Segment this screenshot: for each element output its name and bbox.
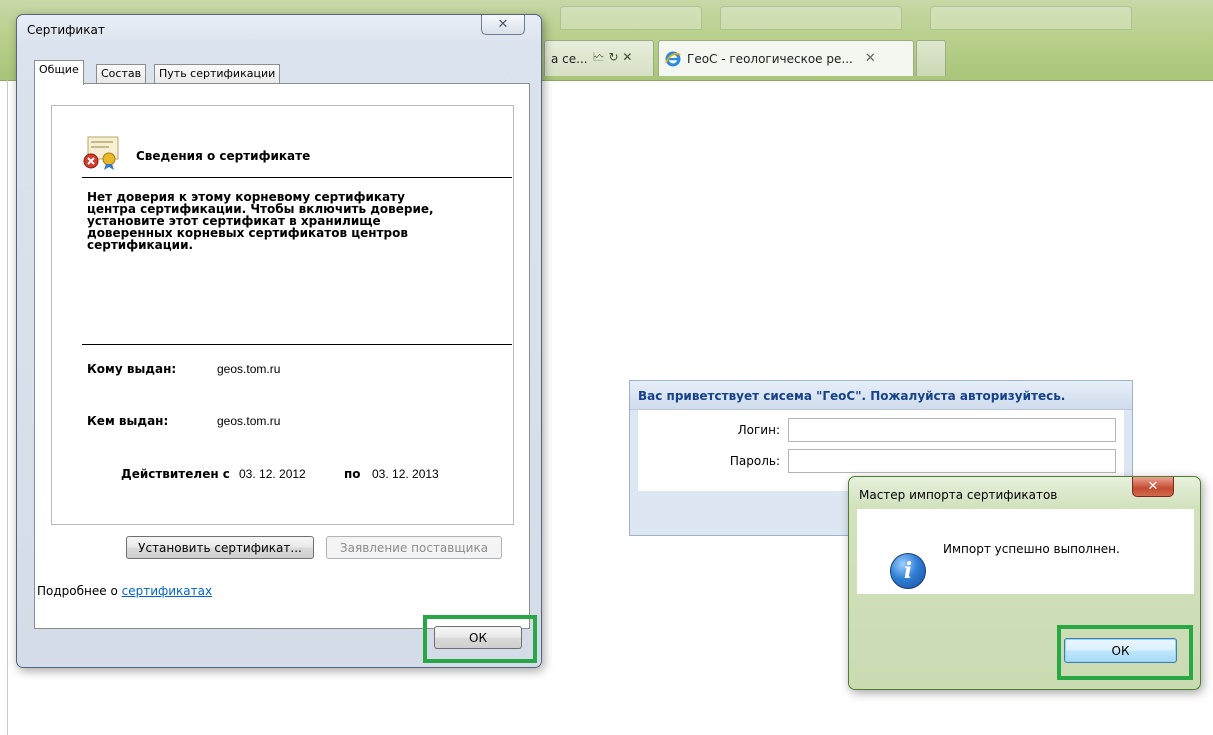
login-input[interactable] [788,418,1116,442]
close-icon[interactable]: ✕ [481,15,525,35]
valid-from-label: Действителен с [121,467,230,481]
certificate-info-box: Сведения о сертификате Нет доверия к это… [51,105,514,525]
issued-to-value: geos.tom.ru [217,362,281,376]
browser-tab-active[interactable]: ГеоС - геологическое ре... ✕ [658,40,914,76]
issued-by-value: geos.tom.ru [217,414,281,428]
divider [82,344,512,345]
info-icon: i [890,553,926,589]
password-input[interactable] [788,449,1116,473]
install-certificate-button[interactable]: Установить сертификат... [126,536,314,559]
internet-explorer-icon [665,51,681,66]
tab-label: а се... [551,51,588,66]
login-label: Логин: [737,423,780,437]
tab-general[interactable]: Общие [34,60,84,85]
trust-warning-text: Нет доверия к этому корневому сертификат… [87,190,434,252]
certificates-link[interactable]: сертификатах [122,584,213,598]
background-tab[interactable] [930,6,1132,30]
certificate-error-icon [83,136,119,170]
import-success-message: Импорт успешно выполнен. [943,542,1120,556]
highlight-box [1057,625,1193,680]
login-header: Вас приветствует сисема "ГеоС". Пожалуйс… [630,381,1132,410]
dialog-title: Мастер импорта сертификатов [859,488,1058,502]
background-tab[interactable] [720,6,902,30]
certificate-info-title: Сведения о сертификате [136,149,311,163]
highlight-box [423,615,537,663]
tab-controls-icons[interactable]: 🗠 ↻ ✕ [593,48,633,69]
certificate-dialog: Сертификат ✕ Общие Состав Путь сертифика… [16,14,542,668]
issued-to-label: Кому выдан: [87,362,177,376]
more-info-text: Подробнее о сертификатах [37,584,212,598]
issued-by-label: Кем выдан: [87,414,169,428]
issuer-statement-button[interactable]: Заявление поставщика [326,536,502,559]
valid-to-label: по [344,467,361,481]
dialog-title: Сертификат [27,23,105,37]
more-info-prefix: Подробнее о [37,584,122,598]
new-tab-button[interactable] [916,40,946,76]
close-tab-icon[interactable]: ✕ [865,51,876,66]
browser-tab-previous[interactable]: а се... 🗠 ↻ ✕ [544,40,654,76]
page-border [7,80,8,735]
tab-label: ГеоС - геологическое ре... [687,51,853,66]
valid-to-value: 03. 12. 2013 [372,467,439,481]
divider [82,177,512,178]
background-tab[interactable] [560,6,702,30]
login-title: Вас приветствует сисема "ГеоС". Пожалуйс… [638,389,1066,403]
valid-from-value: 03. 12. 2012 [239,467,306,481]
password-label: Пароль: [729,454,780,468]
close-icon[interactable]: ✕ [1132,477,1174,497]
tab-details[interactable]: Состав [96,64,147,84]
tab-certification-path[interactable]: Путь сертификации [154,64,281,84]
